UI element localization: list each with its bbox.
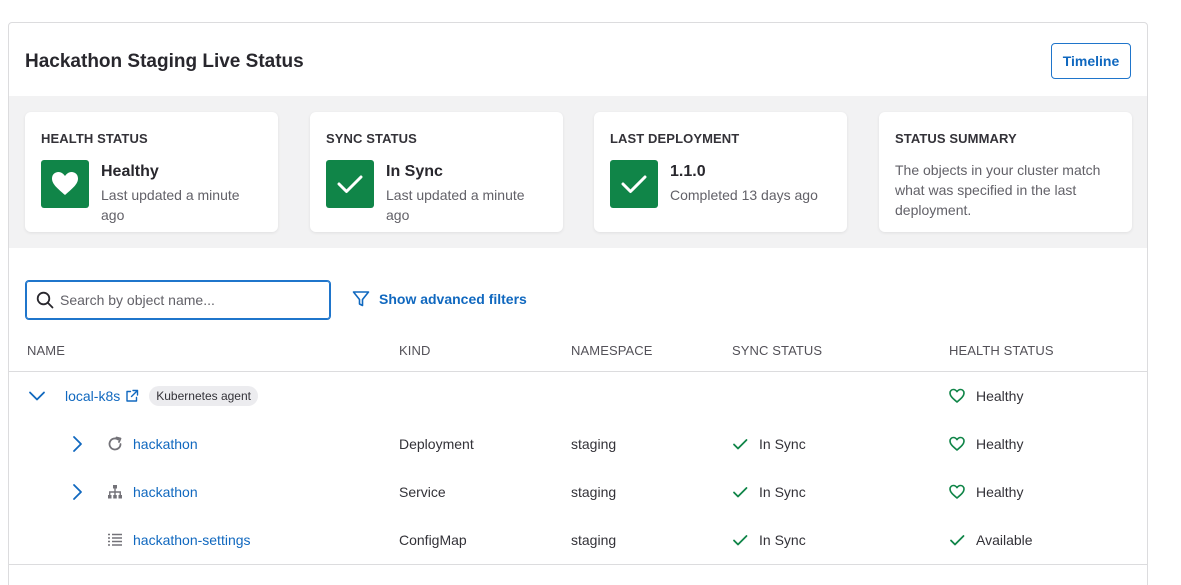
status-cards: HEALTH STATUS Healthy Last updated a min… bbox=[9, 96, 1147, 248]
table-row: hackathon Deployment staging In Sync Hea… bbox=[9, 420, 1147, 468]
heart-outline-icon bbox=[949, 436, 965, 451]
health-status-cell: Healthy bbox=[949, 468, 1023, 516]
check-icon bbox=[950, 535, 965, 546]
chevron-right-icon[interactable] bbox=[69, 468, 85, 516]
namespace-cell: staging bbox=[571, 532, 617, 548]
last-deployment-card: LAST DEPLOYMENT 1.1.0 Completed 13 days … bbox=[594, 112, 847, 232]
search-field[interactable] bbox=[25, 280, 331, 320]
health-updated: Last updated a minute ago bbox=[101, 187, 240, 223]
object-name-cell: hackathon-settings bbox=[133, 516, 251, 564]
sync-status-cell: In Sync bbox=[732, 420, 806, 468]
check-icon bbox=[733, 535, 748, 546]
health-value: Healthy bbox=[101, 163, 159, 180]
group-name-link[interactable]: local-k8s bbox=[65, 388, 120, 404]
column-header-health-status: HEALTH STATUS bbox=[949, 343, 1054, 358]
column-header-sync-status: SYNC STATUS bbox=[732, 343, 823, 358]
table-row: hackathon-settings ConfigMap staging In … bbox=[9, 516, 1147, 564]
health-status-text: Healthy bbox=[976, 484, 1024, 500]
external-link-icon[interactable] bbox=[125, 389, 139, 403]
table-divider bbox=[9, 564, 1147, 565]
filters-label: Show advanced filters bbox=[379, 291, 527, 307]
sync-status-card: SYNC STATUS In Sync Last updated a minut… bbox=[310, 112, 563, 232]
heart-outline-icon bbox=[949, 388, 965, 403]
card-label: SYNC STATUS bbox=[326, 131, 417, 146]
check-icon bbox=[733, 487, 748, 498]
check-icon bbox=[610, 160, 658, 208]
sync-status-text: In Sync bbox=[759, 532, 806, 548]
heart-outline-icon bbox=[949, 484, 965, 499]
health-status-cell: Available bbox=[949, 516, 1033, 564]
card-label: STATUS SUMMARY bbox=[895, 131, 1017, 146]
chevron-right-icon[interactable] bbox=[69, 420, 85, 468]
table-row: hackathon Service staging In Sync Health… bbox=[9, 468, 1147, 516]
column-header-namespace: NAMESPACE bbox=[571, 343, 653, 358]
search-input[interactable] bbox=[60, 287, 320, 313]
sync-updated: Last updated a minute ago bbox=[386, 187, 525, 223]
heart-icon bbox=[41, 160, 89, 208]
object-name-link[interactable]: hackathon bbox=[133, 484, 198, 500]
check-icon bbox=[326, 160, 374, 208]
table-row-group: local-k8s Kubernetes agent Healthy bbox=[9, 372, 1147, 420]
object-name-cell: hackathon bbox=[133, 420, 198, 468]
object-name-link[interactable]: hackathon-settings bbox=[133, 532, 251, 548]
health-status-text: Healthy bbox=[976, 436, 1024, 452]
check-icon bbox=[733, 439, 748, 450]
kind-cell: Deployment bbox=[399, 436, 474, 452]
show-advanced-filters-link[interactable]: Show advanced filters bbox=[352, 290, 527, 308]
filter-icon bbox=[352, 291, 370, 307]
sync-status-text: In Sync bbox=[759, 484, 806, 500]
column-header-name: NAME bbox=[27, 343, 65, 358]
table-header: NAME KIND NAMESPACE SYNC STATUS HEALTH S… bbox=[9, 332, 1147, 372]
health-status-cell: Healthy bbox=[949, 420, 1023, 468]
sync-status-text: In Sync bbox=[759, 436, 806, 452]
panel-header: Hackathon Staging Live Status Timeline bbox=[9, 23, 1147, 96]
status-summary-card: STATUS SUMMARY The objects in your clust… bbox=[879, 112, 1132, 232]
health-status-text: Healthy bbox=[976, 388, 1024, 404]
live-status-panel: Hackathon Staging Live Status Timeline H… bbox=[8, 22, 1148, 585]
deployment-completed: Completed 13 days ago bbox=[670, 187, 818, 203]
summary-text: The objects in your cluster match what w… bbox=[895, 162, 1101, 218]
object-name-cell: hackathon bbox=[133, 468, 198, 516]
health-status-cell: Healthy bbox=[949, 372, 1023, 420]
namespace-cell: staging bbox=[571, 484, 617, 500]
health-status-card: HEALTH STATUS Healthy Last updated a min… bbox=[25, 112, 278, 232]
namespace-cell: staging bbox=[571, 436, 617, 452]
deployment-version: 1.1.0 bbox=[670, 163, 706, 180]
object-name-link[interactable]: hackathon bbox=[133, 436, 198, 452]
configmap-icon bbox=[107, 516, 123, 564]
health-status-text: Available bbox=[976, 532, 1033, 548]
deployment-icon bbox=[107, 420, 123, 468]
service-icon bbox=[107, 468, 123, 516]
timeline-button[interactable]: Timeline bbox=[1051, 43, 1131, 79]
group-name-cell: local-k8s Kubernetes agent bbox=[65, 372, 258, 420]
sync-status-cell: In Sync bbox=[732, 516, 806, 564]
kind-cell: Service bbox=[399, 484, 446, 500]
sync-status-cell: In Sync bbox=[732, 468, 806, 516]
search-icon bbox=[36, 291, 54, 309]
chevron-down-icon[interactable] bbox=[27, 372, 47, 420]
kind-cell: ConfigMap bbox=[399, 532, 467, 548]
page-title: Hackathon Staging Live Status bbox=[25, 51, 304, 72]
card-label: HEALTH STATUS bbox=[41, 131, 148, 146]
sync-value: In Sync bbox=[386, 163, 443, 180]
column-header-kind: KIND bbox=[399, 343, 431, 358]
card-label: LAST DEPLOYMENT bbox=[610, 131, 740, 146]
agent-badge: Kubernetes agent bbox=[149, 386, 258, 406]
